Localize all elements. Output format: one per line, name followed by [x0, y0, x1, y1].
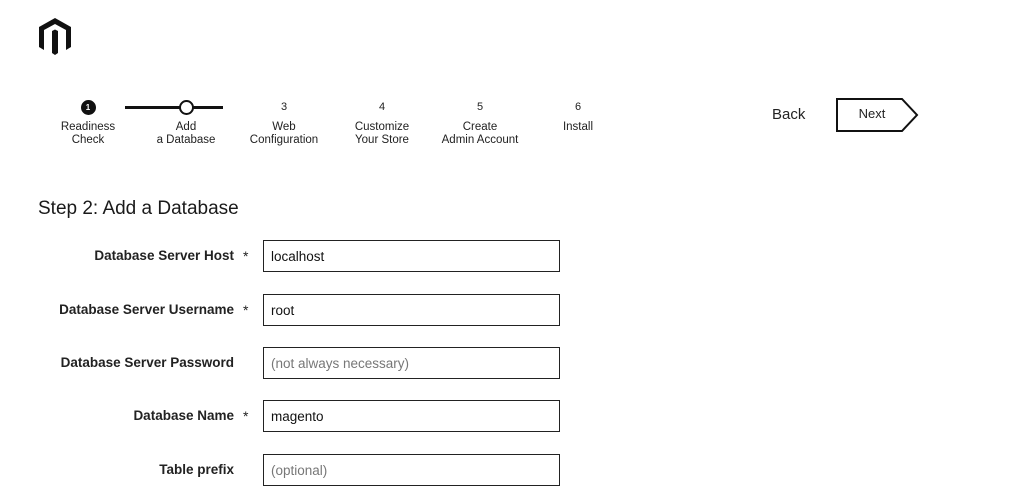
- step-add-database[interactable]: Add a Database: [136, 96, 236, 147]
- form-row-host: Database Server Host *: [0, 240, 600, 274]
- required-marker: *: [243, 248, 249, 264]
- next-button[interactable]: Next: [836, 98, 920, 132]
- required-marker: *: [243, 302, 249, 318]
- step-marker-done: 1: [80, 99, 96, 115]
- db-host-input[interactable]: [263, 240, 560, 272]
- form-row-prefix: Table prefix: [0, 454, 600, 488]
- progress-stepper: 1 Readiness Check Add a Database 3 Web C…: [38, 96, 638, 166]
- step-customize-store: 4 Customize Your Store: [332, 96, 432, 147]
- form-row-dbname: Database Name *: [0, 400, 600, 434]
- step-number: 6: [574, 101, 582, 113]
- magento-logo-icon: [36, 16, 74, 56]
- password-label: Database Server Password: [60, 355, 234, 370]
- dbname-label: Database Name: [133, 408, 234, 423]
- step-number: 4: [378, 101, 386, 113]
- required-marker: *: [243, 408, 249, 424]
- next-button-label: Next: [858, 106, 886, 121]
- step-marker-current: [178, 99, 194, 115]
- step-label: Readiness Check: [60, 121, 116, 146]
- db-username-input[interactable]: [263, 294, 560, 326]
- back-button[interactable]: Back: [762, 102, 815, 127]
- page-title: Step 2: Add a Database: [38, 198, 239, 219]
- db-name-input[interactable]: [263, 400, 560, 432]
- step-web-configuration: 3 Web Configuration: [234, 96, 334, 147]
- step-label: Customize Your Store: [354, 121, 410, 146]
- form-row-password: Database Server Password: [0, 347, 600, 381]
- form-row-username: Database Server Username *: [0, 294, 600, 328]
- step-label: Web Configuration: [249, 121, 319, 146]
- step-create-admin: 5 Create Admin Account: [430, 96, 530, 147]
- step-number: 5: [476, 101, 484, 113]
- db-password-input[interactable]: [263, 347, 560, 379]
- step-number: 3: [280, 101, 288, 113]
- step-label: Add a Database: [156, 121, 216, 146]
- username-label: Database Server Username: [59, 302, 234, 317]
- prefix-label: Table prefix: [159, 462, 234, 477]
- host-label: Database Server Host: [94, 248, 234, 263]
- step-readiness-check[interactable]: 1 Readiness Check: [38, 96, 138, 147]
- step-label: Install: [562, 121, 594, 133]
- table-prefix-input[interactable]: [263, 454, 560, 486]
- step-install: 6 Install: [528, 96, 628, 134]
- step-label: Create Admin Account: [441, 121, 519, 146]
